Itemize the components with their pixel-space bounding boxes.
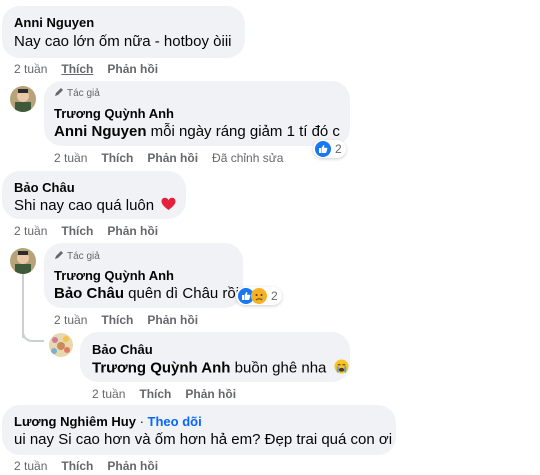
comment-actions: 2 tuần Thích Phản hồi — [14, 224, 158, 238]
reaction-summary[interactable]: 2 — [313, 140, 346, 158]
like-button[interactable]: Thích — [101, 313, 133, 327]
pencil-icon — [54, 87, 64, 100]
author-tag-label: Tác giả — [67, 251, 100, 262]
comment-time[interactable]: 2 tuần — [14, 62, 47, 76]
reaction-count: 2 — [271, 289, 278, 303]
reaction-summary[interactable]: 2 — [236, 287, 282, 305]
like-button[interactable]: Thích — [61, 62, 93, 76]
comment-body: mỗi ngày ráng giảm 1 tí đó c — [146, 123, 340, 140]
crying-emoji-icon — [334, 359, 349, 378]
follow-button[interactable]: Theo dõi — [148, 414, 202, 429]
comment-text: Anni Nguyen mỗi ngày ráng giảm 1 tí đó c — [54, 123, 340, 140]
author-badge: Tác giả — [54, 250, 100, 263]
edited-label: Đã chỉnh sửa — [212, 151, 284, 165]
reply-button[interactable]: Phản hồi — [107, 62, 158, 76]
comment-actions: 2 tuần Thích Phản hồi — [92, 387, 236, 401]
like-button[interactable]: Thích — [61, 459, 93, 473]
comment-bubble — [2, 6, 245, 58]
comment-text: Bảo Châu quên dì Châu rồi — [54, 285, 239, 302]
mention-link[interactable]: Anni Nguyen — [54, 123, 147, 140]
author-badge: Tác giả — [54, 87, 100, 100]
comment-text: Nay cao lớn ốm nữa - hotboy òiii — [14, 33, 232, 50]
reply-button[interactable]: Phản hồi — [107, 459, 158, 473]
mention-link[interactable]: Bảo Châu — [54, 285, 124, 302]
comment-text: Shi nay cao quá luôn — [14, 197, 176, 215]
avatar[interactable] — [10, 86, 36, 112]
comment-author-name[interactable]: Trương Quỳnh Anh — [54, 106, 174, 121]
author-tag-label: Tác giả — [67, 88, 100, 99]
comment-time[interactable]: 2 tuần — [14, 224, 47, 238]
like-button[interactable]: Thích — [61, 224, 93, 238]
comment-body: buồn ghê nha — [230, 359, 327, 377]
comment-actions: 2 tuần Thích Phản hồi — [14, 459, 158, 473]
comment-author-name[interactable]: Trương Quỳnh Anh — [54, 268, 174, 283]
thread-connector — [22, 326, 44, 342]
separator-dot: · — [139, 414, 144, 429]
comment-time[interactable]: 2 tuần — [54, 151, 87, 165]
comment-time[interactable]: 2 tuần — [54, 313, 87, 327]
like-reaction-icon — [315, 141, 331, 157]
comment-actions: 2 tuần Thích Phản hồi Đã chỉnh sửa — [54, 151, 283, 165]
heart-emoji-icon — [161, 197, 176, 215]
mention-link[interactable]: Trương Quỳnh Anh — [92, 359, 230, 376]
sad-reaction-icon — [251, 288, 267, 304]
comment-body: quên dì Châu rồi — [124, 285, 240, 302]
comment-author-name[interactable]: Bảo Châu — [92, 342, 153, 357]
comment-actions: 2 tuần Thích Phản hồi — [54, 313, 198, 327]
comment-text: Trương Quỳnh Anh buồn ghê nha — [92, 359, 349, 378]
comment-author-line: Lương Nghiêm Huy · Theo dõi — [14, 414, 202, 429]
comment-time[interactable]: 2 tuần — [92, 387, 125, 401]
reply-button[interactable]: Phản hồi — [185, 387, 236, 401]
like-button[interactable]: Thích — [101, 151, 133, 165]
reply-button[interactable]: Phản hồi — [147, 313, 198, 327]
comment-author-name[interactable]: Lương Nghiêm Huy — [14, 414, 136, 429]
comment-text: ui nay Si cao hơn và ốm hơn hả em? Đẹp t… — [14, 431, 393, 448]
reply-button[interactable]: Phản hồi — [147, 151, 198, 165]
reply-button[interactable]: Phản hồi — [107, 224, 158, 238]
avatar[interactable] — [49, 333, 73, 357]
comment-time[interactable]: 2 tuần — [14, 459, 47, 473]
pencil-icon — [54, 250, 64, 263]
comment-body: Shi nay cao quá luôn — [14, 197, 155, 214]
comment-author-name[interactable]: Anni Nguyen — [14, 15, 94, 30]
like-button[interactable]: Thích — [139, 387, 171, 401]
reaction-count: 2 — [335, 142, 342, 156]
comment-author-name[interactable]: Bảo Châu — [14, 180, 75, 195]
comment-actions: 2 tuần Thích Phản hồi — [14, 62, 158, 76]
avatar[interactable] — [10, 248, 36, 274]
